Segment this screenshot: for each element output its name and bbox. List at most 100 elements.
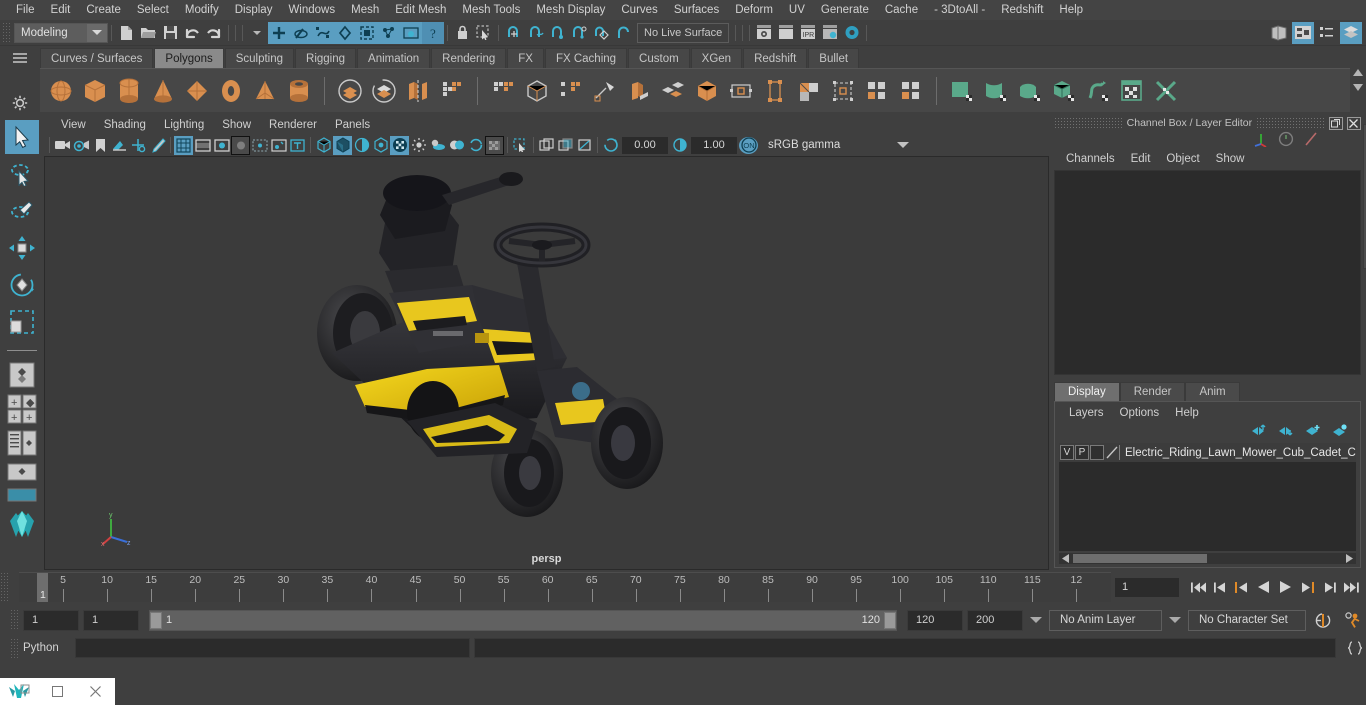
hypershade-layout[interactable] [5,507,39,541]
range-slider-grip[interactable] [10,609,19,631]
status-line-grip[interactable] [2,21,11,44]
command-input[interactable] [75,638,470,658]
menu-item-9[interactable]: Mesh Tools [454,1,528,19]
four-view-layout[interactable]: + ◆ + + [5,393,39,425]
select-tool[interactable] [5,120,39,154]
shelf-tab-curves-surfaces[interactable]: Curves / Surfaces [40,48,154,68]
menu-item-0[interactable]: File [8,1,43,19]
menu-item-18[interactable]: Redshift [993,1,1051,19]
poke-icon[interactable] [760,74,790,108]
channel-box-menu-object[interactable]: Object [1158,152,1207,166]
rotate-tool[interactable] [5,268,39,302]
viewport-menu-view[interactable]: View [52,118,95,132]
viewport-menu-shading[interactable]: Shading [95,118,155,132]
command-result-field[interactable] [474,638,1336,658]
shelf-tab-custom[interactable]: Custom [628,48,690,68]
poly-cone-icon[interactable] [148,74,178,108]
snap-to-projected-center-icon[interactable] [568,22,590,44]
layer-menu-layers[interactable]: Layers [1061,406,1112,420]
shaded-wireframe-icon[interactable] [352,136,371,155]
shelf-scroll-up-icon[interactable] [1353,67,1363,79]
snap-to-curve-icon[interactable] [524,22,546,44]
display-layer-list[interactable]: V P Electric_Riding_Lawn_Mower_Cub_Cadet… [1059,443,1356,551]
select-marquee-icon[interactable] [473,22,495,44]
color-management-toggle[interactable]: ON [739,136,758,154]
menu-item-12[interactable]: Surfaces [666,1,727,19]
poly-pyramid-icon[interactable] [250,74,280,108]
layer-tab-render[interactable]: Render [1119,382,1186,401]
undock-icon[interactable] [1328,116,1343,130]
smooth-icon[interactable] [522,74,552,108]
resolution-gate-icon[interactable] [212,136,231,155]
channel-box-menu-show[interactable]: Show [1208,152,1253,166]
step-forward-frame-icon[interactable] [1297,576,1318,598]
scroll-right-arrow-icon[interactable] [1344,554,1356,563]
grid-icon[interactable] [174,135,193,155]
xray-active-components-icon[interactable] [575,136,594,155]
shelf-tab-xgen[interactable]: XGen [690,48,743,68]
anim-layer-selector[interactable]: No Anim Layer [1049,609,1162,631]
undo-icon[interactable] [181,22,203,44]
shelf-tab-redshift[interactable]: Redshift [743,48,808,68]
go-to-start-icon[interactable] [1187,576,1208,598]
layer-list-hscrollbar[interactable] [1059,553,1356,564]
poly-sphere-icon[interactable] [46,74,76,108]
lock-icon[interactable] [451,22,473,44]
exposure-icon[interactable] [269,136,288,155]
time-slider[interactable]: 1 5 10 15 20 25 30 35 40 45 50 55 60 65 70 75 80 85 90 95 1… [19,572,1111,602]
close-icon[interactable] [85,681,107,703]
exposure-field[interactable]: 0.00 [622,136,668,154]
render-settings-icon[interactable] [819,22,841,44]
viewport-menu-show[interactable]: Show [213,118,260,132]
table-row[interactable]: V P Electric_Riding_Lawn_Mower_Cub_Cadet… [1059,443,1356,462]
motion-blur-icon[interactable] [466,136,485,155]
menu-item-13[interactable]: Deform [727,1,781,19]
range-slider[interactable]: 1 120 [149,609,897,631]
lasso-select-tool[interactable] [5,157,39,191]
hypershade-icon[interactable] [841,22,863,44]
viewport-menu-renderer[interactable]: Renderer [260,118,326,132]
animation-end-time-field[interactable]: 200 [967,609,1023,631]
menu-item-7[interactable]: Mesh [343,1,387,19]
script-editor-icon[interactable] [1344,640,1366,656]
menu-item-11[interactable]: Curves [613,1,665,19]
separate-icon[interactable] [437,74,467,108]
bridge-icon[interactable] [658,74,688,108]
poly-pipe-icon[interactable] [284,74,314,108]
gamma-control-icon[interactable] [670,136,689,155]
layer-shading-toggle[interactable] [1090,445,1104,460]
outliner-persp-layout[interactable] [5,461,39,483]
panel-grip-right[interactable] [1256,117,1325,129]
select-deformers-icon[interactable] [378,21,400,44]
merge-icon[interactable] [896,74,926,108]
single-perspective-layout[interactable] [5,360,39,390]
menu-item-10[interactable]: Mesh Display [528,1,613,19]
selection-mask-chevron-icon[interactable] [246,22,268,44]
screen-space-ao-icon[interactable] [447,136,466,155]
channel-box-menu-edit[interactable]: Edit [1123,152,1159,166]
connect-icon[interactable] [794,74,824,108]
image-plane-icon[interactable] [110,136,129,155]
shelf-settings-gear-icon[interactable] [12,95,28,114]
menu-item-19[interactable]: Help [1051,1,1091,19]
range-slider-left-handle[interactable] [150,611,162,629]
maya-app-icon[interactable] [8,681,30,703]
auto-keyframe-icon[interactable] [1310,612,1336,629]
shelf-tab-bullet[interactable]: Bullet [808,48,860,68]
layer-color-swatch[interactable] [1105,445,1119,460]
xray-icon[interactable] [537,136,556,155]
color-management-chevron-icon[interactable] [892,137,914,154]
two-pane-layout[interactable] [5,428,39,458]
quad-draw-icon[interactable] [828,74,858,108]
render-current-frame-icon[interactable] [753,22,775,44]
layer-tab-anim[interactable]: Anim [1185,382,1240,401]
shelf-tab-animation[interactable]: Animation [357,48,431,68]
lighting-icon[interactable] [409,136,428,155]
scale-tool[interactable] [5,305,39,339]
menu-set-selector[interactable]: Modeling [14,22,108,43]
chevron-down-icon[interactable] [87,23,107,42]
live-surface-field[interactable]: No Live Surface [637,22,729,43]
paint-select-tool[interactable] [5,194,39,228]
snap-to-grid-icon[interactable] [502,22,524,44]
boolean-union-icon[interactable] [335,74,365,108]
